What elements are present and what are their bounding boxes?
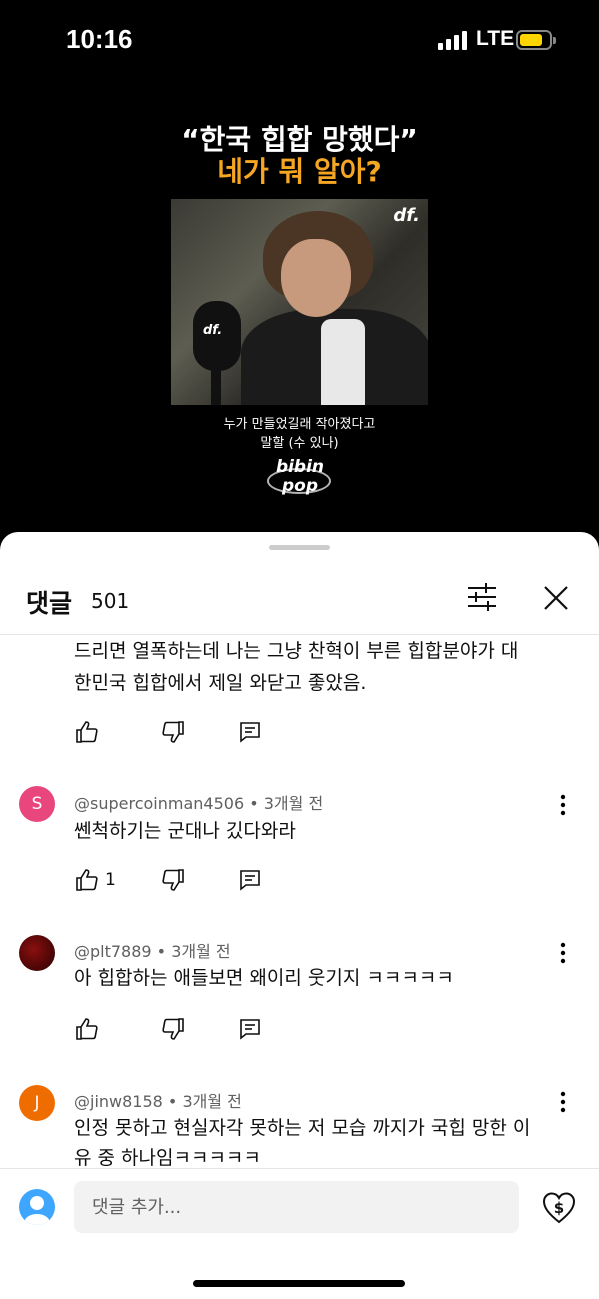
reply-icon[interactable] xyxy=(238,1017,262,1041)
brand-logo: bibin pop xyxy=(265,458,335,504)
comments-header: 댓글 501 xyxy=(0,564,599,635)
dislike-icon[interactable] xyxy=(161,720,185,744)
channel-logo: df. xyxy=(393,205,420,226)
comment-text: 인정 못하고 현실자각 못하는 저 모습 까지가 국힙 망한 이 xyxy=(74,1117,531,1139)
comment-meta: @jinw8158 • 3개월 전 xyxy=(74,1092,242,1111)
super-thanks-icon[interactable]: $ xyxy=(541,1191,577,1225)
video-title-line2: 네가 뭐 알아? xyxy=(217,155,382,188)
comment-author[interactable]: @plt7889 xyxy=(74,942,152,961)
avatar[interactable]: J xyxy=(19,1085,55,1121)
user-avatar[interactable] xyxy=(19,1189,55,1225)
network-label: LTE xyxy=(476,27,515,50)
like-icon[interactable] xyxy=(75,1017,99,1041)
battery-icon xyxy=(516,30,556,50)
video-subtitle-line2: 말할 (수 있나) xyxy=(260,436,339,451)
close-icon[interactable] xyxy=(540,582,572,614)
drag-handle[interactable] xyxy=(269,545,330,550)
avatar[interactable] xyxy=(19,935,55,971)
video-player[interactable]: “한국 힙합 망했다” 네가 뭐 알아? df. df. 누가 만들었길래 작아… xyxy=(0,80,599,540)
dislike-icon[interactable] xyxy=(161,868,185,892)
comment-meta: @plt7889 • 3개월 전 xyxy=(74,942,231,961)
comment-meta: @supercoinman4506 • 3개월 전 xyxy=(74,794,324,813)
comment-author[interactable]: @supercoinman4506 xyxy=(74,794,244,813)
comment-time: 3개월 전 xyxy=(171,942,231,961)
comments-list[interactable]: 드리면 열폭하는데 나는 그냥 찬혁이 부른 힙합분야가 대 한민국 힙합에서 … xyxy=(0,635,599,1168)
comment-text: 드리면 열폭하는데 나는 그냥 찬혁이 부른 힙합분야가 대 xyxy=(74,640,519,662)
home-indicator[interactable] xyxy=(193,1280,405,1287)
comment-time: 3개월 전 xyxy=(263,794,324,813)
svg-text:$: $ xyxy=(554,1199,564,1217)
comment-author[interactable]: @jinw8158 xyxy=(74,1092,163,1111)
avatar[interactable]: S xyxy=(19,786,55,822)
add-comment-bar: $ xyxy=(0,1168,599,1299)
reply-icon[interactable] xyxy=(238,868,262,892)
like-icon[interactable] xyxy=(75,868,99,892)
like-icon[interactable] xyxy=(75,720,99,744)
comments-sheet: 댓글 501 드리면 열폭하는데 나는 그냥 찬혁이 부른 힙합분야가 대 한민… xyxy=(0,532,599,1299)
comment-text: 아 힙합하는 애들보면 왜이리 웃기지 ㅋㅋㅋㅋㅋ xyxy=(74,967,454,989)
video-subtitle-line1: 누가 만들었길래 작아졌다고 xyxy=(223,417,376,432)
mic-logo: df. xyxy=(203,323,223,338)
more-options-icon[interactable] xyxy=(553,793,573,817)
reply-icon[interactable] xyxy=(238,720,262,744)
status-time: 10:16 xyxy=(66,24,133,54)
video-thumbnail: df. df. xyxy=(171,199,428,405)
status-bar: 10:16 LTE xyxy=(0,0,599,80)
comment-text: 한민국 힙합에서 제일 와닫고 좋았음. xyxy=(74,672,367,694)
comment-text: 쎈척하기는 군대나 깄다와라 xyxy=(74,820,296,842)
comment-time: 3개월 전 xyxy=(182,1092,242,1111)
comment-text: 유 중 하나임ㅋㅋㅋㅋㅋ xyxy=(74,1147,261,1168)
comments-count: 501 xyxy=(91,589,130,613)
signal-icon xyxy=(438,30,467,50)
comments-title: 댓글 xyxy=(26,589,73,618)
more-options-icon[interactable] xyxy=(553,1090,573,1114)
more-options-icon[interactable] xyxy=(553,941,573,965)
filter-icon[interactable] xyxy=(464,582,500,612)
comment-input[interactable] xyxy=(74,1181,519,1233)
like-count: 1 xyxy=(105,870,116,890)
dislike-icon[interactable] xyxy=(161,1017,185,1041)
